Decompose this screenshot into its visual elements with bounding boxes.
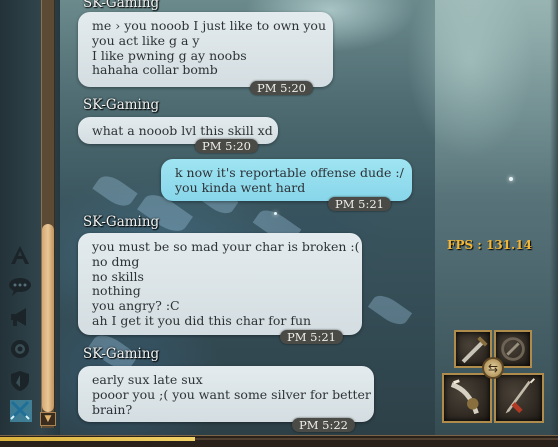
message-timestamp: PM 5:21 <box>280 330 343 344</box>
own-message-bubble: k now it's reportable offense dude :/ yo… <box>161 159 412 201</box>
font-size-icon[interactable] <box>7 243 33 267</box>
crossed-swords-icon[interactable] <box>7 399 33 423</box>
sparkle <box>509 177 513 181</box>
message-timestamp: PM 5:20 <box>250 81 313 95</box>
chat-scrollbar-thumb[interactable] <box>42 224 54 412</box>
screen-edge-shade <box>550 0 558 435</box>
message-line: ah I get it you did this char for fun <box>92 312 312 328</box>
guild-emblem-icon[interactable] <box>7 337 33 361</box>
chat-bubbles-icon[interactable] <box>7 274 33 298</box>
swap-arrows-icon[interactable]: ⇆ <box>482 357 504 379</box>
message-timestamp: PM 5:22 <box>292 418 355 432</box>
message-timestamp: PM 5:21 <box>328 197 391 211</box>
message-line: I like pwning g ay noobs <box>92 47 247 63</box>
message-sender: SK-Gaming <box>83 0 160 11</box>
message-sender: SK-Gaming <box>83 214 160 230</box>
message-line: you angry? :C <box>92 298 180 314</box>
fps-counter: FPS : 131.14 <box>447 238 532 252</box>
message-line: pooor you ;( you want some silver for be… <box>92 386 371 402</box>
experience-bar-fill <box>0 437 195 441</box>
message-line: k now it's reportable offense dude :/ <box>175 165 404 180</box>
message-timestamp: PM 5:20 <box>195 139 258 153</box>
weapon-slot-bottom-left[interactable] <box>442 373 492 423</box>
scroll-down-arrow-icon[interactable]: ▼ <box>40 412 56 426</box>
message-line: no skills <box>92 268 144 284</box>
megaphone-icon[interactable] <box>7 305 33 329</box>
message-line: you kinda went hard <box>175 179 306 195</box>
experience-bar-track <box>195 438 558 440</box>
chat-message-bubble: early sux late sux pooor you ;( you want… <box>78 366 374 422</box>
weapon-slot-bottom-right[interactable] <box>494 373 544 423</box>
chat-window: SK-Gaming me › you nooob I just like to … <box>78 0 438 435</box>
message-line: what a nooob lvl this skill xd <box>92 123 273 138</box>
message-line: you act like g a y <box>92 32 200 48</box>
message-line: hahaha collar bomb <box>92 62 218 78</box>
message-line: you must be so mad your char is broken :… <box>92 239 360 254</box>
shield-icon[interactable] <box>7 369 33 393</box>
message-sender: SK-Gaming <box>83 346 160 362</box>
message-line: brain? <box>92 401 133 417</box>
message-line: me › you nooob I just like to own you <box>92 18 327 33</box>
message-line: nothing <box>92 283 141 299</box>
message-sender: SK-Gaming <box>83 97 160 113</box>
message-line: no dmg <box>92 253 140 269</box>
chat-message-bubble: me › you nooob I just like to own you yo… <box>78 12 333 87</box>
message-line: early sux late sux <box>92 372 203 387</box>
chat-message-bubble: you must be so mad your char is broken :… <box>78 233 362 335</box>
